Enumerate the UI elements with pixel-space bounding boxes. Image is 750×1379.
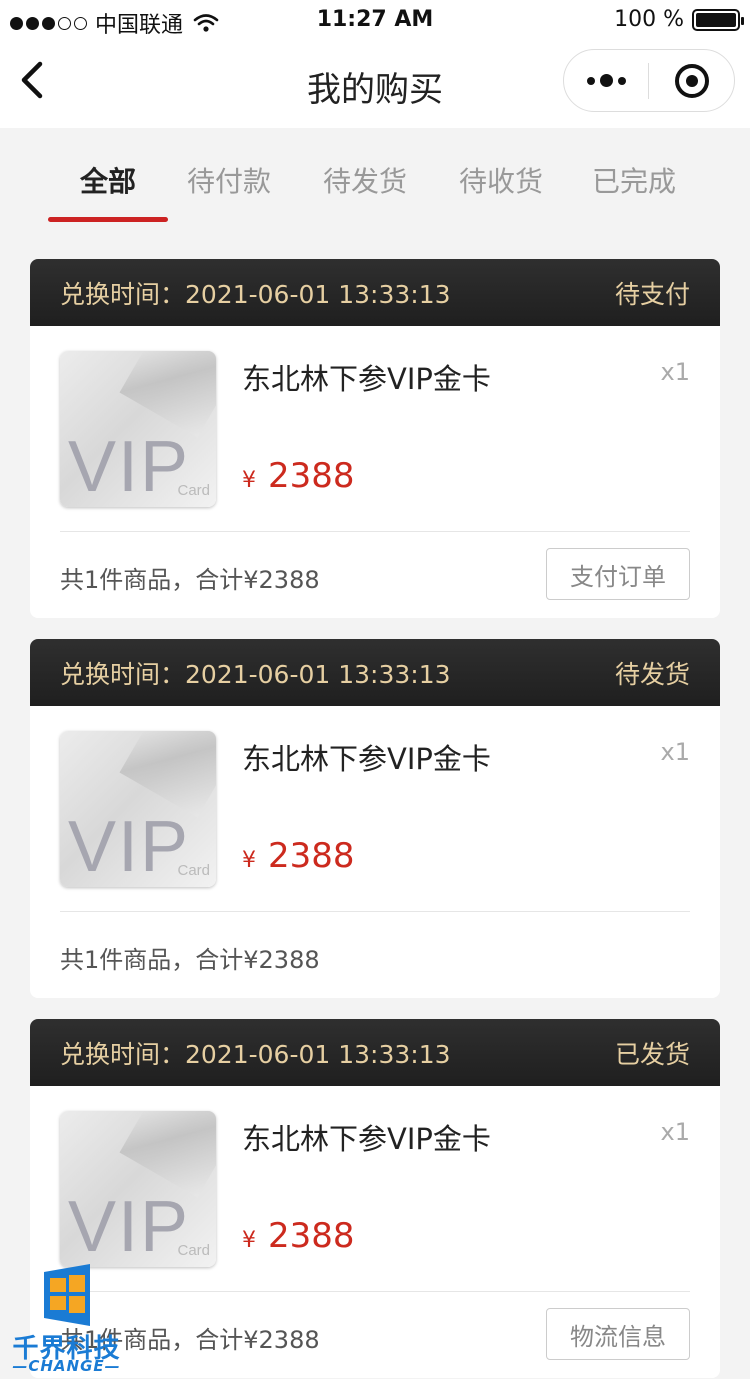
watermark-logo: 千界科技 —CHANGE— bbox=[4, 1262, 129, 1379]
mini-program-capsule bbox=[563, 49, 735, 112]
currency-symbol: ¥ bbox=[242, 468, 256, 493]
more-dot-icon bbox=[586, 76, 595, 85]
more-dot-icon bbox=[599, 74, 613, 87]
order-footer: 共1件商品，合计¥2388 bbox=[60, 911, 690, 998]
price-amount: 2388 bbox=[268, 456, 355, 496]
product-name: 东北林下参VIP金卡 bbox=[242, 362, 491, 396]
tab-pending-receipt[interactable]: 待收货 bbox=[441, 160, 561, 200]
price-amount: 2388 bbox=[268, 1216, 355, 1256]
battery-icon bbox=[692, 8, 744, 31]
product-quantity: x1 bbox=[660, 358, 690, 386]
watermark-subtitle: —CHANGE— bbox=[12, 1357, 121, 1375]
status-right: 100 % bbox=[614, 7, 744, 32]
product-name: 东北林下参VIP金卡 bbox=[242, 1122, 491, 1156]
tab-all[interactable]: 全部 bbox=[48, 160, 168, 200]
order-footer: 共1件商品，合计¥2388 物流信息 bbox=[60, 1291, 690, 1378]
order-summary: 共1件商品，合计¥2388 bbox=[60, 566, 320, 594]
product-price: ¥2388 bbox=[242, 836, 355, 876]
product-price: ¥2388 bbox=[242, 456, 355, 496]
product-image: VIP Card bbox=[60, 351, 216, 507]
order-item[interactable]: VIP Card 东北林下参VIP金卡 x1 ¥2388 bbox=[30, 706, 720, 911]
logistics-info-button[interactable]: 物流信息 bbox=[546, 1308, 690, 1360]
company-logo-icon bbox=[44, 1264, 90, 1326]
order-card: 兑换时间：2021-06-01 13:33:13 待支付 VIP Card 东北… bbox=[30, 259, 720, 618]
price-amount: 2388 bbox=[268, 836, 355, 876]
product-image: VIP Card bbox=[60, 1111, 216, 1267]
pay-order-button[interactable]: 支付订单 bbox=[546, 548, 690, 600]
product-name: 东北林下参VIP金卡 bbox=[242, 742, 491, 776]
target-icon bbox=[674, 63, 709, 98]
order-header: 兑换时间：2021-06-01 13:33:13 待发货 bbox=[30, 639, 720, 706]
exchange-time: 兑换时间：2021-06-01 13:33:13 bbox=[60, 279, 451, 309]
order-item[interactable]: VIP Card 东北林下参VIP金卡 x1 ¥2388 bbox=[30, 326, 720, 531]
product-price: ¥2388 bbox=[242, 1216, 355, 1256]
product-quantity: x1 bbox=[660, 1118, 690, 1146]
order-status: 待发货 bbox=[614, 659, 690, 689]
order-summary: 共1件商品，合计¥2388 bbox=[60, 946, 320, 974]
active-tab-indicator bbox=[48, 217, 168, 222]
more-dot-icon bbox=[617, 76, 626, 85]
order-card: 兑换时间：2021-06-01 13:33:13 待发货 VIP Card 东北… bbox=[30, 639, 720, 998]
tab-pending-payment[interactable]: 待付款 bbox=[169, 160, 289, 200]
product-quantity: x1 bbox=[660, 738, 690, 766]
order-header: 兑换时间：2021-06-01 13:33:13 已发货 bbox=[30, 1019, 720, 1086]
order-status: 待支付 bbox=[614, 279, 690, 309]
battery-percent: 100 % bbox=[614, 7, 684, 32]
order-footer: 共1件商品，合计¥2388 支付订单 bbox=[60, 531, 690, 618]
order-item[interactable]: VIP Card 东北林下参VIP金卡 x1 ¥2388 bbox=[30, 1086, 720, 1291]
currency-symbol: ¥ bbox=[242, 1228, 256, 1253]
tab-pending-shipment[interactable]: 待发货 bbox=[305, 160, 425, 200]
order-header: 兑换时间：2021-06-01 13:33:13 待支付 bbox=[30, 259, 720, 326]
order-card: 兑换时间：2021-06-01 13:33:13 已发货 VIP Card 东北… bbox=[30, 1019, 720, 1378]
status-bar: 中国联通 11:27 AM 100 % bbox=[0, 0, 750, 42]
product-image: VIP Card bbox=[60, 731, 216, 887]
more-menu-button[interactable] bbox=[564, 50, 648, 111]
order-status: 已发货 bbox=[614, 1039, 690, 1069]
exchange-time: 兑换时间：2021-06-01 13:33:13 bbox=[60, 659, 451, 689]
tab-completed[interactable]: 已完成 bbox=[574, 160, 694, 200]
order-status-tabs: 全部 待付款 待发货 待收货 已完成 bbox=[0, 128, 750, 228]
close-mini-program-button[interactable] bbox=[649, 50, 734, 111]
nav-bar: 我的购买 bbox=[0, 42, 750, 128]
battery-fill bbox=[696, 12, 736, 27]
currency-symbol: ¥ bbox=[242, 848, 256, 873]
exchange-time: 兑换时间：2021-06-01 13:33:13 bbox=[60, 1039, 451, 1069]
